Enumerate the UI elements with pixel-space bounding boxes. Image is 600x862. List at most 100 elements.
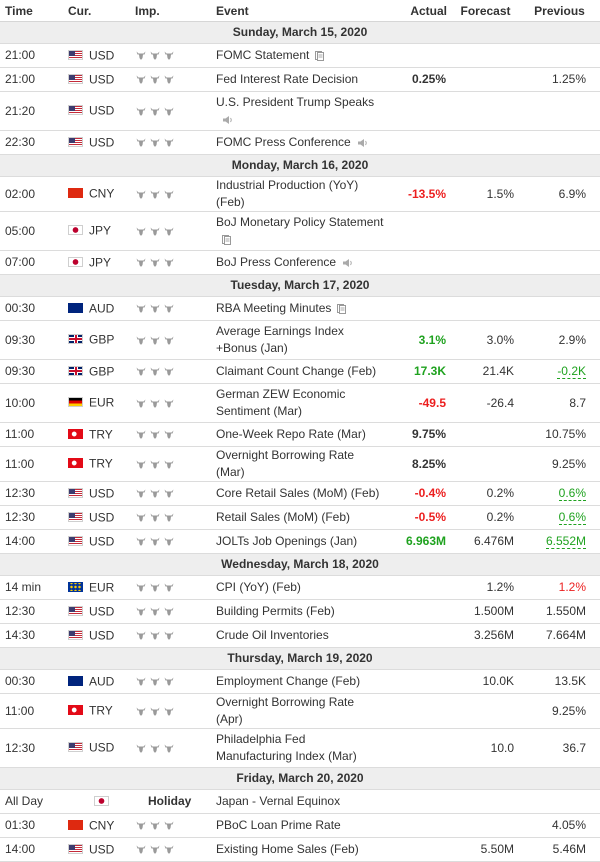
event-name[interactable]: FOMC Statement — [216, 48, 309, 62]
event-row[interactable]: 12:30 USD Core Retail Sales (MoM) (Feb) -0.… — [0, 481, 600, 506]
event-row[interactable]: 14:00 USD JOLTs Job Openings (Jan) 6.963M 6.… — [0, 529, 600, 554]
event-forecast — [452, 693, 519, 729]
event-name[interactable]: Retail Sales (MoM) (Feb) — [216, 510, 350, 524]
event-name[interactable]: Existing Home Sales (Feb) — [216, 842, 359, 856]
event-name-cell[interactable]: Existing Home Sales (Feb) — [211, 837, 389, 862]
event-name-cell[interactable]: BoJ Monetary Policy Statement — [211, 211, 389, 251]
event-row[interactable]: 21:00 USD Fed Interest Rate Decision 0.25% 1… — [0, 67, 600, 92]
event-name-cell[interactable]: FOMC Press Conference — [211, 130, 389, 155]
event-name-cell[interactable]: Industrial Production (YoY) (Feb) — [211, 176, 389, 212]
event-name[interactable]: FOMC Press Conference — [216, 135, 351, 149]
event-name-cell[interactable]: JOLTs Job Openings (Jan) — [211, 529, 389, 554]
event-name-cell[interactable]: Philadelphia Fed Manufacturing Index (Ma… — [211, 728, 389, 768]
event-row[interactable]: 14:30 USD Crude Oil Inventories 3.256M 7.664… — [0, 623, 600, 648]
event-row[interactable]: 02:00 CNY Industrial Production (YoY) (Feb… — [0, 176, 600, 212]
speaker-icon[interactable] — [222, 115, 234, 125]
event-name-cell[interactable]: Overnight Borrowing Rate (Apr) — [211, 693, 389, 729]
event-name[interactable]: Philadelphia Fed Manufacturing Index (Ma… — [216, 732, 357, 763]
event-row[interactable]: 09:30 GBP Claimant Count Change (Feb) 17.3K… — [0, 359, 600, 384]
event-name-cell[interactable]: Crude Oil Inventories — [211, 623, 389, 648]
event-row[interactable]: 14:00 USD Existing Home Sales (Feb) 5.50M 5.… — [0, 837, 600, 862]
document-icon[interactable] — [222, 234, 231, 245]
event-name-cell[interactable]: Employment Change (Feb) — [211, 669, 389, 694]
event-name[interactable]: Crude Oil Inventories — [216, 628, 329, 642]
event-name-cell[interactable]: Fed Interest Rate Decision — [211, 67, 389, 92]
event-name[interactable]: Industrial Production (YoY) (Feb) — [216, 178, 358, 209]
flag-jp-icon — [94, 795, 109, 806]
speaker-icon[interactable] — [342, 258, 354, 268]
column-header-previous[interactable]: Previous — [519, 0, 600, 22]
event-row[interactable]: 11:00 TRY Overnight Borrowing Rate (Apr) 9.… — [0, 693, 600, 729]
event-row[interactable]: 14 min EUR CPI (YoY) (Feb) 1.2% 1.2% — [0, 575, 600, 600]
event-name[interactable]: Core Retail Sales (MoM) (Feb) — [216, 486, 379, 500]
event-name-cell[interactable]: RBA Meeting Minutes — [211, 296, 389, 321]
event-name-cell[interactable]: Japan - Vernal Equinox — [211, 789, 389, 814]
event-row[interactable]: 01:30 CNY PBoC Loan Prime Rate 4.05% — [0, 813, 600, 838]
event-importance — [130, 43, 211, 68]
event-name[interactable]: Overnight Borrowing Rate (Mar) — [216, 448, 354, 479]
event-row[interactable]: 09:30 GBP Average Earnings Index +Bonus (J… — [0, 320, 600, 360]
event-name[interactable]: Japan - Vernal Equinox — [216, 794, 340, 808]
column-header-forecast[interactable]: Forecast — [452, 0, 519, 22]
event-row[interactable]: 12:30 USD Retail Sales (MoM) (Feb) -0.5% 0.2… — [0, 505, 600, 530]
event-name-cell[interactable]: German ZEW Economic Sentiment (Mar) — [211, 383, 389, 423]
event-name-cell[interactable]: U.S. President Trump Speaks — [211, 91, 389, 131]
event-actual — [389, 296, 452, 321]
event-row[interactable]: 05:00 JPY BoJ Monetary Policy Statement — [0, 211, 600, 251]
column-header-currency[interactable]: Cur. — [63, 0, 130, 22]
event-name[interactable]: BoJ Press Conference — [216, 255, 336, 269]
event-name-cell[interactable]: Average Earnings Index +Bonus (Jan) — [211, 320, 389, 360]
event-name[interactable]: Employment Change (Feb) — [216, 674, 360, 688]
event-previous-value: -0.2K — [557, 364, 586, 379]
event-name-cell[interactable]: Retail Sales (MoM) (Feb) — [211, 505, 389, 530]
event-name[interactable]: JOLTs Job Openings (Jan) — [216, 534, 357, 548]
event-name[interactable]: Fed Interest Rate Decision — [216, 72, 358, 86]
event-row[interactable]: 11:00 TRY Overnight Borrowing Rate (Mar) 8.… — [0, 446, 600, 482]
event-importance — [130, 837, 211, 862]
event-currency: USD — [63, 599, 130, 624]
event-name-cell[interactable]: Claimant Count Change (Feb) — [211, 359, 389, 384]
event-row[interactable]: 00:30 AUD RBA Meeting Minutes — [0, 296, 600, 321]
event-name[interactable]: Building Permits (Feb) — [216, 604, 335, 618]
event-row[interactable]: 11:00 TRY One-Week Repo Rate (Mar) 9.75% 10.… — [0, 422, 600, 447]
event-name-cell[interactable]: Core Retail Sales (MoM) (Feb) — [211, 481, 389, 506]
event-row[interactable]: All Day Holiday Japan - Vernal Equinox — [0, 789, 600, 814]
event-name[interactable]: Overnight Borrowing Rate (Apr) — [216, 695, 354, 726]
event-name-cell[interactable]: Building Permits (Feb) — [211, 599, 389, 624]
event-row[interactable]: 12:30 USD Building Permits (Feb) 1.500M 1.55… — [0, 599, 600, 624]
speaker-icon[interactable] — [357, 138, 369, 148]
event-name[interactable]: Claimant Count Change (Feb) — [216, 364, 376, 378]
event-row[interactable]: 00:30 AUD Employment Change (Feb) 10.0K 13.5… — [0, 669, 600, 694]
event-row[interactable]: 22:30 USD FOMC Press Conference — [0, 130, 600, 155]
event-name[interactable]: BoJ Monetary Policy Statement — [216, 215, 383, 229]
event-name-cell[interactable]: Overnight Borrowing Rate (Mar) — [211, 446, 389, 482]
column-header-time[interactable]: Time — [0, 0, 63, 22]
event-time: 14:00 — [0, 529, 63, 554]
event-name[interactable]: U.S. President Trump Speaks — [216, 95, 374, 109]
event-name-cell[interactable]: One-Week Repo Rate (Mar) — [211, 422, 389, 447]
event-name-cell[interactable]: FOMC Statement — [211, 43, 389, 68]
event-row[interactable]: 07:00 JPY BoJ Press Conference — [0, 250, 600, 275]
document-icon[interactable] — [337, 303, 347, 314]
document-icon[interactable] — [315, 50, 325, 61]
event-name[interactable]: German ZEW Economic Sentiment (Mar) — [216, 387, 345, 418]
event-row[interactable]: 21:20 USD U.S. President Trump Speaks — [0, 91, 600, 131]
event-row[interactable]: 10:00 EUR German ZEW Economic Sentiment (M… — [0, 383, 600, 423]
bull-icon — [136, 190, 146, 199]
event-name-cell[interactable]: PBoC Loan Prime Rate — [211, 813, 389, 838]
event-previous-value: 10.75% — [545, 427, 586, 441]
event-row[interactable]: 21:00 USD FOMC Statement — [0, 43, 600, 68]
event-name[interactable]: RBA Meeting Minutes — [216, 301, 331, 315]
event-row[interactable]: 12:30 USD Philadelphia Fed Manufacturing I… — [0, 728, 600, 768]
event-forecast — [452, 789, 519, 814]
event-name-cell[interactable]: BoJ Press Conference — [211, 250, 389, 275]
column-header-event[interactable]: Event — [211, 0, 389, 22]
event-name[interactable]: CPI (YoY) (Feb) — [216, 580, 301, 594]
day-header-row: Friday, March 20, 2020 — [0, 767, 600, 790]
column-header-actual[interactable]: Actual — [389, 0, 452, 22]
event-name-cell[interactable]: CPI (YoY) (Feb) — [211, 575, 389, 600]
event-name[interactable]: PBoC Loan Prime Rate — [216, 818, 341, 832]
column-header-importance[interactable]: Imp. — [130, 0, 211, 22]
event-name[interactable]: Average Earnings Index +Bonus (Jan) — [216, 324, 344, 355]
event-name[interactable]: One-Week Repo Rate (Mar) — [216, 427, 366, 441]
